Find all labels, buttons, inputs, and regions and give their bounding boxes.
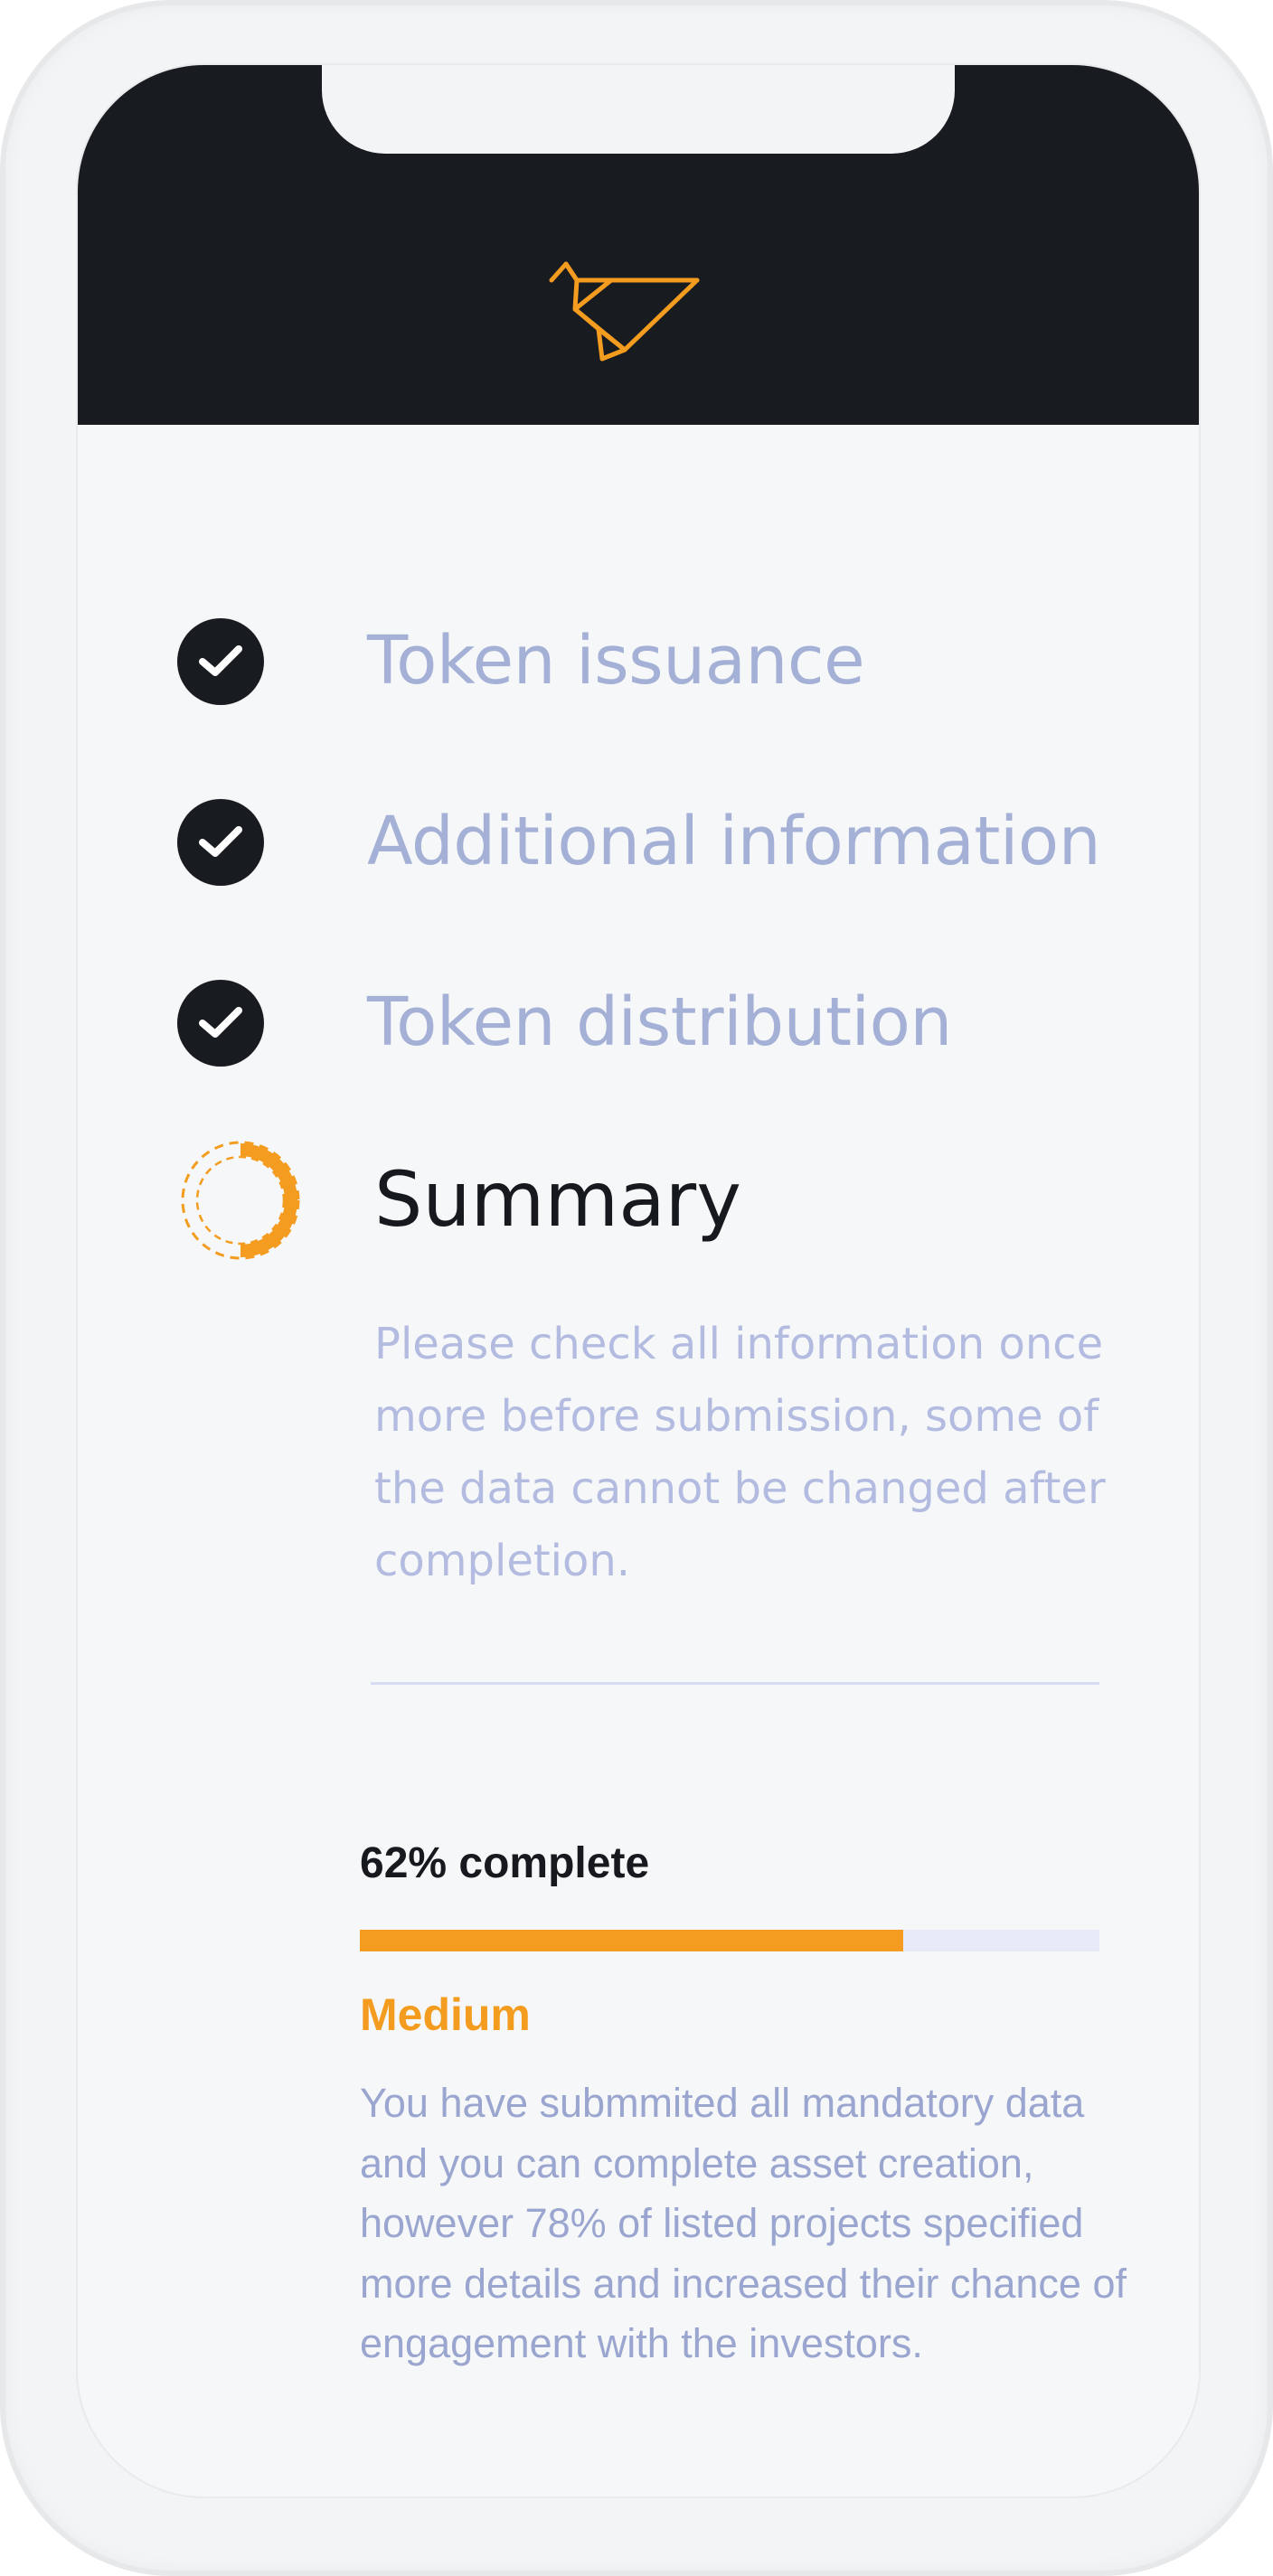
completion-label: 62% complete xyxy=(360,1839,650,1887)
step-additional-information[interactable]: Additional information xyxy=(177,792,1172,891)
in-progress-ring-icon xyxy=(181,1141,300,1260)
completion-level: Medium xyxy=(360,1989,531,2040)
step-token-issuance[interactable]: Token issuance xyxy=(177,611,1172,710)
check-icon xyxy=(177,618,264,705)
step-label: Token distribution xyxy=(367,983,952,1061)
summary-title: Summary xyxy=(374,1155,741,1244)
step-label: Token issuance xyxy=(367,622,865,700)
phone-frame: Token issuance Additional information To… xyxy=(0,0,1273,2576)
step-token-distribution[interactable]: Token distribution xyxy=(177,973,1172,1072)
check-icon xyxy=(177,799,264,886)
app-header xyxy=(78,65,1199,425)
summary-description: Please check all information once more b… xyxy=(374,1319,1106,1586)
origami-bird-icon xyxy=(549,261,700,362)
progress-bar xyxy=(360,1930,1099,1951)
screen: Token issuance Additional information To… xyxy=(78,65,1199,2496)
progress-bar-fill xyxy=(360,1930,904,1951)
check-icon xyxy=(177,980,264,1067)
completion-message: You have submmited all mandatory data an… xyxy=(360,2080,1127,2366)
step-label: Additional information xyxy=(367,803,1101,880)
divider xyxy=(371,1682,1099,1685)
phone-notch xyxy=(322,65,955,154)
